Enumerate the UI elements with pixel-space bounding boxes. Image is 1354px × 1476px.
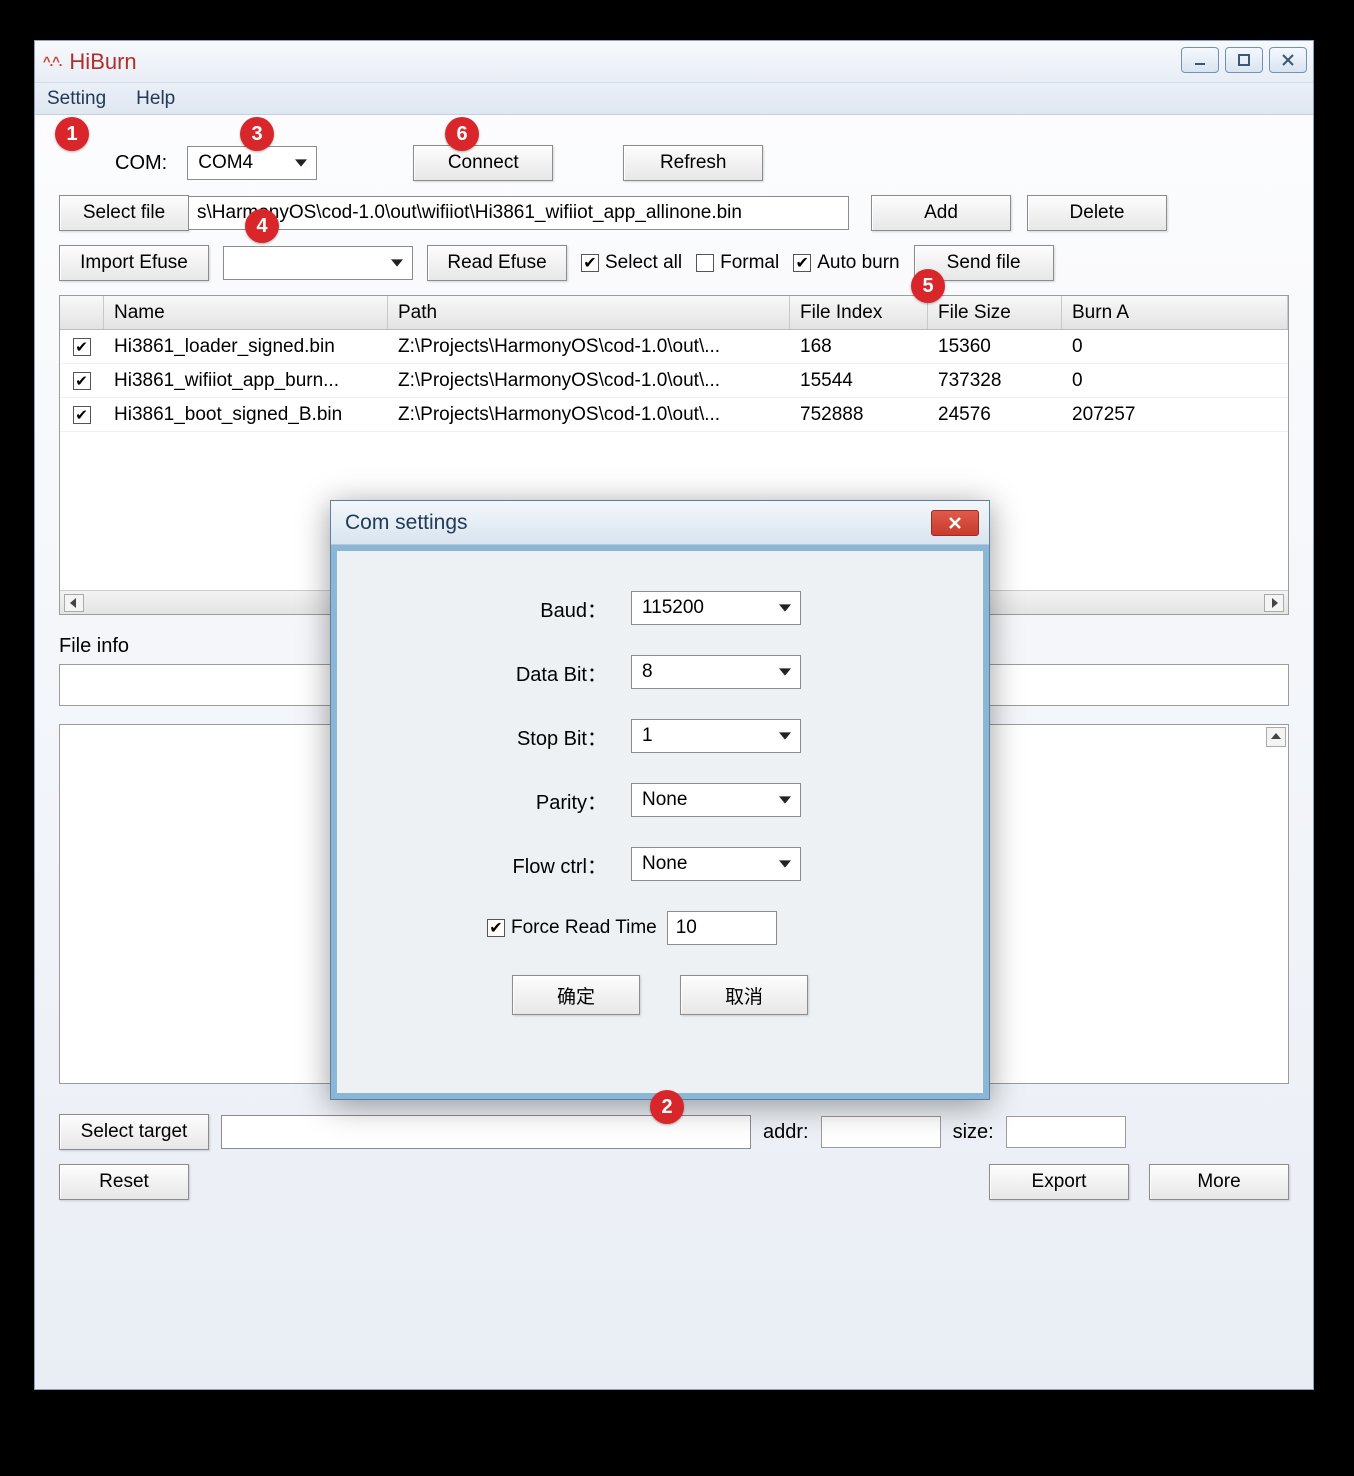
size-input[interactable] xyxy=(1006,1116,1126,1148)
th-name[interactable]: Name xyxy=(104,296,388,329)
dialog-title: Com settings xyxy=(345,511,468,535)
annotation-badge-4: 4 xyxy=(245,209,279,243)
baud-select[interactable]: 115200 xyxy=(631,591,801,625)
dialog-cancel-button[interactable]: 取消 xyxy=(680,975,808,1015)
size-label: size: xyxy=(953,1121,994,1144)
dialog-body: Baud： 115200 Data Bit： 8 Stop Bit： 1 Par… xyxy=(331,545,989,1099)
delete-button[interactable]: Delete xyxy=(1027,195,1167,231)
refresh-button[interactable]: Refresh xyxy=(623,145,763,181)
scroll-up-icon[interactable] xyxy=(1266,727,1286,747)
checkbox-icon: ✔ xyxy=(581,254,599,272)
title-bar: ^.^. HiBurn xyxy=(35,41,1313,83)
chevron-down-icon xyxy=(776,663,794,681)
more-button[interactable]: More xyxy=(1149,1164,1289,1200)
stop-bit-select[interactable]: 1 xyxy=(631,719,801,753)
select-target-button[interactable]: Select target xyxy=(59,1114,209,1150)
formal-checkbox[interactable]: Formal xyxy=(696,252,779,274)
table-row[interactable]: ✔Hi3861_loader_signed.binZ:\Projects\Har… xyxy=(60,330,1288,364)
annotation-badge-5: 5 xyxy=(911,269,945,303)
data-bit-select[interactable]: 8 xyxy=(631,655,801,689)
th-path[interactable]: Path xyxy=(388,296,790,329)
addr-label: addr: xyxy=(763,1121,809,1144)
reset-button[interactable]: Reset xyxy=(59,1164,189,1200)
close-button[interactable] xyxy=(1269,47,1307,73)
select-file-button[interactable]: Select file xyxy=(59,195,189,231)
app-icon: ^.^. xyxy=(43,54,61,69)
menu-bar: Setting Help xyxy=(35,83,1313,115)
window-title: HiBurn xyxy=(69,49,136,75)
parity-label: Parity： xyxy=(467,786,607,815)
dialog-close-button[interactable] xyxy=(931,510,979,536)
add-button[interactable]: Add xyxy=(871,195,1011,231)
chevron-down-icon xyxy=(776,599,794,617)
com-settings-dialog: Com settings Baud： 115200 Data Bit： 8 St… xyxy=(330,500,990,1100)
chevron-down-icon xyxy=(776,727,794,745)
read-efuse-button[interactable]: Read Efuse xyxy=(427,245,567,281)
annotation-badge-2: 2 xyxy=(650,1090,684,1124)
dialog-titlebar: Com settings xyxy=(331,501,989,545)
table-row[interactable]: ✔Hi3861_boot_signed_B.binZ:\Projects\Har… xyxy=(60,398,1288,432)
file-path-input[interactable]: s\HarmonyOS\cod-1.0\out\wifiiot\Hi3861_w… xyxy=(189,196,849,230)
chevron-down-icon xyxy=(776,855,794,873)
dialog-ok-button[interactable]: 确定 xyxy=(512,975,640,1015)
baud-label: Baud： xyxy=(467,594,607,623)
import-efuse-button[interactable]: Import Efuse xyxy=(59,245,209,281)
select-all-checkbox[interactable]: ✔ Select all xyxy=(581,252,682,274)
com-value: COM4 xyxy=(198,152,253,174)
addr-input[interactable] xyxy=(821,1116,941,1148)
th-addr[interactable]: Burn A xyxy=(1062,296,1288,329)
flow-ctrl-label: Flow ctrl： xyxy=(467,850,607,879)
menu-help[interactable]: Help xyxy=(130,86,181,112)
chevron-down-icon xyxy=(776,791,794,809)
stop-bit-label: Stop Bit： xyxy=(467,722,607,751)
checkbox-icon xyxy=(696,254,714,272)
efuse-select[interactable] xyxy=(223,246,413,280)
checkbox-icon: ✔ xyxy=(793,254,811,272)
minimize-button[interactable] xyxy=(1181,47,1219,73)
com-select[interactable]: COM4 xyxy=(187,146,317,180)
export-button[interactable]: Export xyxy=(989,1164,1129,1200)
annotation-badge-1: 1 xyxy=(55,117,89,151)
force-read-checkbox[interactable]: ✔ Force Read Time xyxy=(487,917,657,939)
auto-burn-checkbox[interactable]: ✔ Auto burn xyxy=(793,252,899,274)
connect-button[interactable]: Connect xyxy=(413,145,553,181)
chevron-down-icon xyxy=(292,154,310,172)
force-read-input[interactable]: 10 xyxy=(667,911,777,945)
table-row[interactable]: ✔Hi3861_wifiiot_app_burn...Z:\Projects\H… xyxy=(60,364,1288,398)
th-index[interactable]: File Index xyxy=(790,296,928,329)
th-size[interactable]: File Size xyxy=(928,296,1062,329)
menu-setting[interactable]: Setting xyxy=(41,86,112,112)
maximize-button[interactable] xyxy=(1225,47,1263,73)
annotation-badge-6: 6 xyxy=(445,117,479,151)
table-header: Name Path File Index File Size Burn A xyxy=(60,296,1288,330)
scroll-right-icon[interactable] xyxy=(1264,594,1284,612)
chevron-down-icon xyxy=(388,254,406,272)
com-label: COM: xyxy=(115,152,167,175)
scroll-left-icon[interactable] xyxy=(64,594,84,612)
flow-ctrl-select[interactable]: None xyxy=(631,847,801,881)
data-bit-label: Data Bit： xyxy=(467,658,607,687)
annotation-badge-3: 3 xyxy=(240,117,274,151)
checkbox-icon: ✔ xyxy=(487,919,505,937)
parity-select[interactable]: None xyxy=(631,783,801,817)
